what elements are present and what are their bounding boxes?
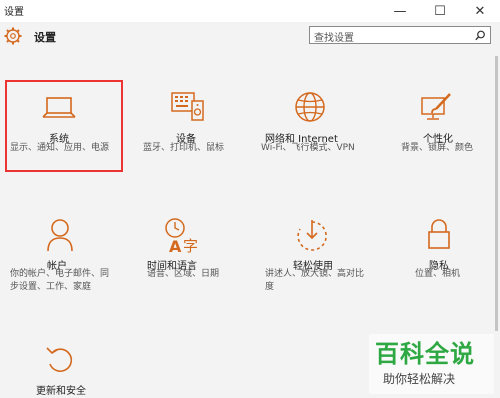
svg-text:字: 字 <box>183 237 198 254</box>
refresh-icon <box>46 347 73 372</box>
window-controls: — ☐ ✕ <box>380 0 500 22</box>
selection-highlight <box>5 80 123 172</box>
time-language-icon: A 字 <box>165 218 198 254</box>
svg-text:A: A <box>169 237 182 254</box>
watermark-title: 百科全说 <box>375 340 475 368</box>
gear-icon <box>4 27 22 45</box>
maximize-button[interactable]: ☐ <box>420 0 460 22</box>
watermark-subtitle: 助你轻松解决 <box>383 372 456 386</box>
tile-personalization[interactable]: 个性化 背景、锁屏、颜色 <box>385 84 495 170</box>
person-icon <box>47 219 73 252</box>
watermark-logo: 百科全说 助你轻松解决 <box>369 334 494 394</box>
page-title: 设置 <box>34 31 56 44</box>
tile-description: Wi-Fi、飞行模式、VPN <box>261 143 355 153</box>
lock-icon <box>428 219 450 249</box>
tile-description: 背景、锁屏、颜色 <box>401 143 474 153</box>
ease-of-access-icon <box>297 220 327 251</box>
window-title: 设置 <box>4 7 24 18</box>
close-button[interactable]: ✕ <box>460 0 500 22</box>
tile-description: 位置、相机 <box>415 269 461 279</box>
settings-header: 设置 查找设置 <box>0 22 500 52</box>
tile-description: 讲述人、放大镜、高对比度 <box>265 269 365 292</box>
tile-time-language[interactable]: A 字 时间和语言 语音、区域、日期 <box>143 214 253 300</box>
minimize-button[interactable]: — <box>380 0 420 22</box>
tile-ease-of-access[interactable]: 轻松使用 讲述人、放大镜、高对比度 <box>263 214 373 300</box>
search-icon <box>475 30 485 41</box>
tile-network[interactable]: 网络和 Internet Wi-Fi、飞行模式、VPN <box>255 84 365 170</box>
search-input[interactable]: 查找设置 <box>309 26 491 44</box>
scrollbar[interactable] <box>495 56 498 331</box>
tile-description: 语音、区域、日期 <box>147 269 220 279</box>
tile-devices[interactable]: 设备 蓝牙、打印机、鼠标 <box>133 84 243 170</box>
tile-accounts[interactable]: 帐户 你的帐户、电子邮件、同步设置、工作、家庭 <box>8 214 118 300</box>
devices-icon <box>171 92 204 121</box>
tile-description: 蓝牙、打印机、鼠标 <box>143 143 225 153</box>
tile-label: 更新和安全 <box>36 386 86 397</box>
tile-description: 你的帐户、电子邮件、同步设置、工作、家庭 <box>10 269 110 292</box>
tile-update-security[interactable]: 更新和安全 <box>8 340 118 398</box>
tile-privacy[interactable]: 隐私 位置、相机 <box>385 214 495 300</box>
globe-icon <box>295 92 325 122</box>
search-placeholder: 查找设置 <box>314 33 354 44</box>
title-bar: 设置 — ☐ ✕ <box>0 0 500 22</box>
personalize-icon <box>421 93 451 120</box>
